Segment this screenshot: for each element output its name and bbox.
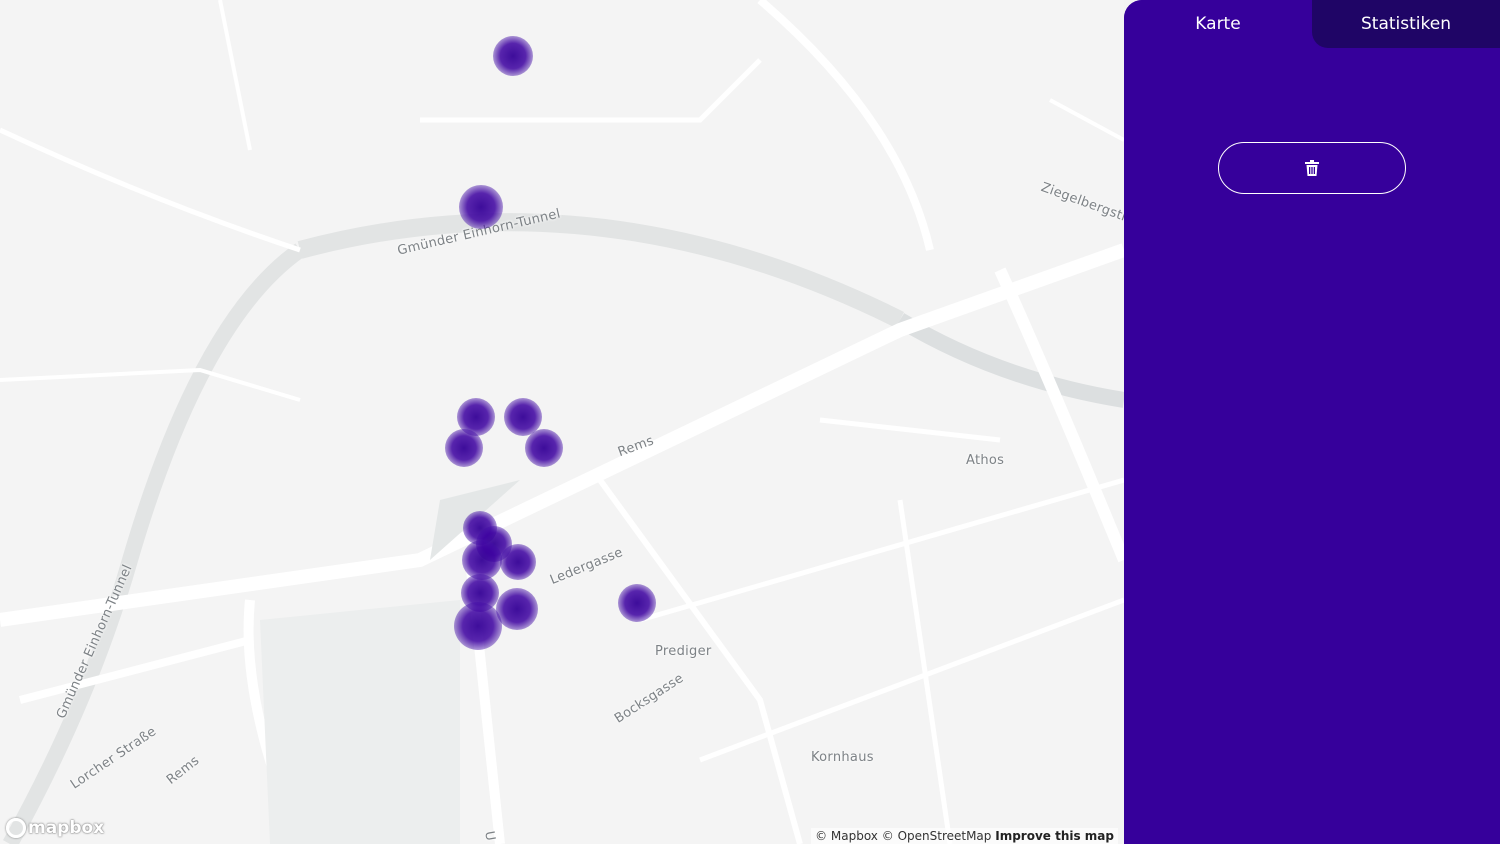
tab-statistiken[interactable]: Statistiken: [1312, 0, 1500, 48]
label-athos: Athos: [966, 453, 1005, 468]
attribution-mapbox-link[interactable]: © Mapbox: [815, 829, 878, 843]
mapbox-logo-icon: [6, 818, 26, 838]
mapbox-logo-text: mapbox: [28, 818, 105, 838]
panel-tabs: Karte Statistiken: [1124, 0, 1500, 48]
trash-icon: [1305, 160, 1319, 176]
tab-statistiken-label: Statistiken: [1361, 14, 1451, 34]
heatmap-point: [500, 544, 536, 580]
mapbox-logo[interactable]: mapbox: [6, 818, 104, 838]
map-base-layer: [0, 0, 1124, 844]
map-canvas[interactable]: Gmünder Einhorn-Tunnel Gmünder Einhorn-T…: [0, 0, 1124, 844]
map-attribution: © Mapbox © OpenStreetMap Improve this ma…: [811, 828, 1118, 844]
attribution-osm-link[interactable]: © OpenStreetMap: [882, 829, 992, 843]
heatmap-point: [454, 602, 502, 650]
tab-karte[interactable]: Karte: [1124, 0, 1312, 48]
heatmap-point: [459, 185, 503, 229]
label-kornhaus: Kornhaus: [811, 750, 874, 765]
tab-karte-label: Karte: [1195, 14, 1241, 34]
heatmap-point: [493, 36, 533, 76]
label-prediger: Prediger: [655, 644, 712, 659]
delete-button[interactable]: [1218, 142, 1406, 194]
heatmap-point: [618, 584, 656, 622]
heatmap-point: [525, 429, 563, 467]
side-panel: Karte Statistiken: [1124, 0, 1500, 844]
improve-map-link[interactable]: Improve this map: [995, 829, 1114, 843]
heatmap-point: [496, 588, 538, 630]
heatmap-point: [445, 429, 483, 467]
